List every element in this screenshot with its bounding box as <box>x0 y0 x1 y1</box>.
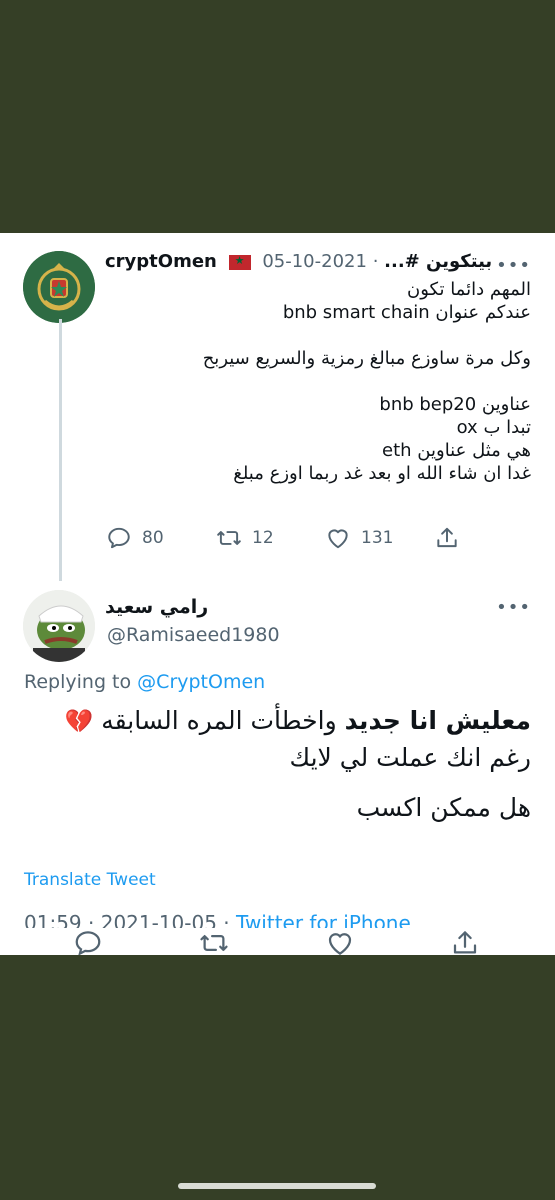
heart-icon <box>328 933 352 955</box>
share-icon <box>453 931 477 954</box>
retweet-icon <box>200 935 228 951</box>
like-button[interactable] <box>325 928 355 955</box>
reply-icon <box>75 931 101 955</box>
home-indicator <box>178 1183 376 1189</box>
reply-actions-layer <box>0 233 555 955</box>
reply-button[interactable] <box>73 928 103 955</box>
share-button[interactable] <box>450 928 480 955</box>
reply-tweet-action-bar <box>0 928 555 955</box>
retweet-button[interactable] <box>199 928 229 955</box>
reply-tweet-actions <box>0 955 555 989</box>
